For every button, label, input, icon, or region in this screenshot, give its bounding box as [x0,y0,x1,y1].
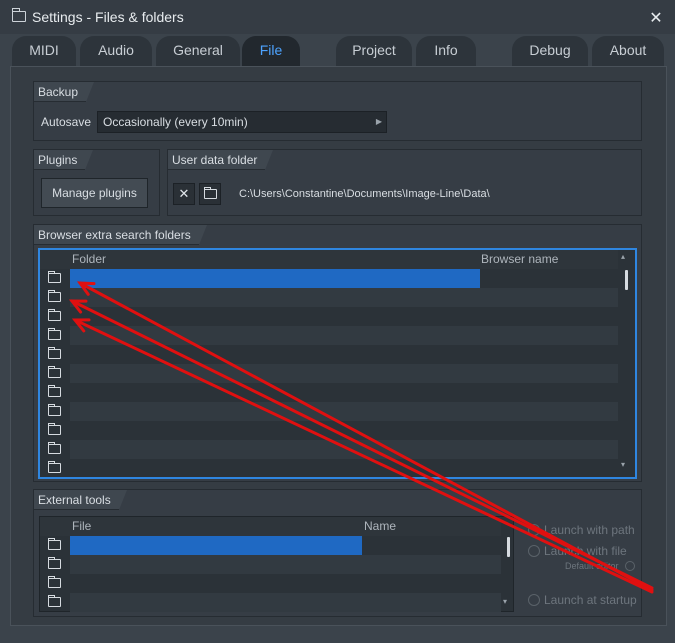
folder-icon[interactable] [48,461,61,473]
folder-cell[interactable] [70,555,501,574]
folder-icon[interactable] [48,595,61,607]
browser-folders-title: Browser extra search folders [34,225,207,245]
autosave-dropdown[interactable]: Occasionally (every 10min) ▶ [97,111,387,133]
scrollbar-thumb[interactable] [507,537,510,557]
column-file: File [72,519,92,533]
folder-cell[interactable] [70,402,618,421]
folder-cell[interactable] [70,345,618,364]
tab-about[interactable]: About [592,36,664,66]
list-item[interactable] [40,421,618,440]
tab-debug[interactable]: Debug [512,36,588,66]
folder-cell[interactable] [70,536,362,555]
folder-icon[interactable] [48,271,61,283]
plugins-title: Plugins [34,150,94,170]
chevron-up-icon[interactable]: ▴ [621,252,625,261]
list-item[interactable] [40,593,501,612]
chevron-down-icon[interactable]: ▾ [621,460,625,469]
user-data-path: C:\Users\Constantine\Documents\Image-Lin… [239,188,490,200]
folder-cell[interactable] [70,421,618,440]
chevron-right-icon: ▶ [375,117,382,126]
folder-icon[interactable] [48,290,61,302]
folder-cell[interactable] [70,326,618,345]
tab-file[interactable]: File [242,36,300,66]
folder-cell[interactable] [70,269,480,288]
list-item[interactable] [40,536,501,555]
tab-info[interactable]: Info [416,36,476,66]
browse-folder-button[interactable] [199,183,221,205]
scrollbar[interactable]: ▾ [503,519,514,611]
list-item[interactable] [40,440,618,459]
clear-folder-button[interactable]: ✕ [173,183,195,205]
backup-group: Backup Autosave Occasionally (every 10mi… [33,81,642,141]
user-data-folder-group: User data folder ✕ C:\Users\Constantine\… [167,149,642,216]
folder-cell[interactable] [70,364,618,383]
column-name: Name [364,519,397,533]
list-item[interactable] [40,364,618,383]
autosave-label: Autosave [41,115,92,129]
scrollbar[interactable]: ▴ ▾ [621,252,632,474]
window-title: Settings - Files & folders [32,9,184,25]
folder-icon[interactable] [48,576,61,588]
list-item[interactable] [40,269,618,288]
folder-icon[interactable] [48,385,61,397]
folder-icon [196,185,218,204]
external-tools-title: External tools [34,490,127,510]
folder-icon[interactable] [48,309,61,321]
tab-midi[interactable]: MIDI [12,36,76,66]
backup-title: Backup [34,82,95,102]
manage-plugins-button[interactable]: Manage plugins [41,178,148,208]
title-bar: Settings - Files & folders ✕ [0,0,675,34]
list-item[interactable] [40,555,501,574]
folder-icon[interactable] [48,538,61,550]
folder-icon[interactable] [48,404,61,416]
folder-icon[interactable] [48,423,61,435]
list-item[interactable] [40,574,501,593]
list-item[interactable] [40,307,618,326]
folder-icon[interactable] [48,442,61,454]
list-item[interactable] [40,459,618,478]
folder-cell[interactable] [70,383,618,402]
tab-audio[interactable]: Audio [80,36,152,66]
list-item[interactable] [40,288,618,307]
folder-icon[interactable] [48,557,61,569]
scrollbar-thumb[interactable] [625,270,628,290]
plugins-group: Plugins Manage plugins [33,149,160,216]
column-browser-name: Browser name [481,252,559,266]
folder-cell[interactable] [70,459,618,478]
list-header: Folder Browser name [40,250,618,269]
user-data-title: User data folder [168,150,274,170]
folder-icon[interactable] [48,366,61,378]
tab-general[interactable]: General [156,36,240,66]
folder-cell[interactable] [70,574,501,593]
folder-cell[interactable] [70,307,618,326]
chevron-down-icon[interactable]: ▾ [503,597,507,606]
folder-cell[interactable] [70,288,618,307]
list-item[interactable] [40,383,618,402]
list-item[interactable] [40,345,618,364]
browser-folders-list[interactable]: Folder Browser name ▴ ▾ [38,248,637,479]
close-icon[interactable]: ✕ [648,8,664,28]
column-folder: Folder [72,252,107,266]
folder-cell[interactable] [70,593,501,612]
folder-icon[interactable] [48,328,61,340]
list-item[interactable] [40,402,618,421]
list-item[interactable] [40,326,618,345]
list-header: File Name [40,517,501,536]
external-tools-list[interactable]: File Name ▾ [39,516,514,612]
autosave-value: Occasionally (every 10min) [103,115,248,129]
tab-project[interactable]: Project [336,36,412,66]
folder-icon [12,8,26,22]
folder-cell[interactable] [70,440,618,459]
folder-icon[interactable] [48,347,61,359]
